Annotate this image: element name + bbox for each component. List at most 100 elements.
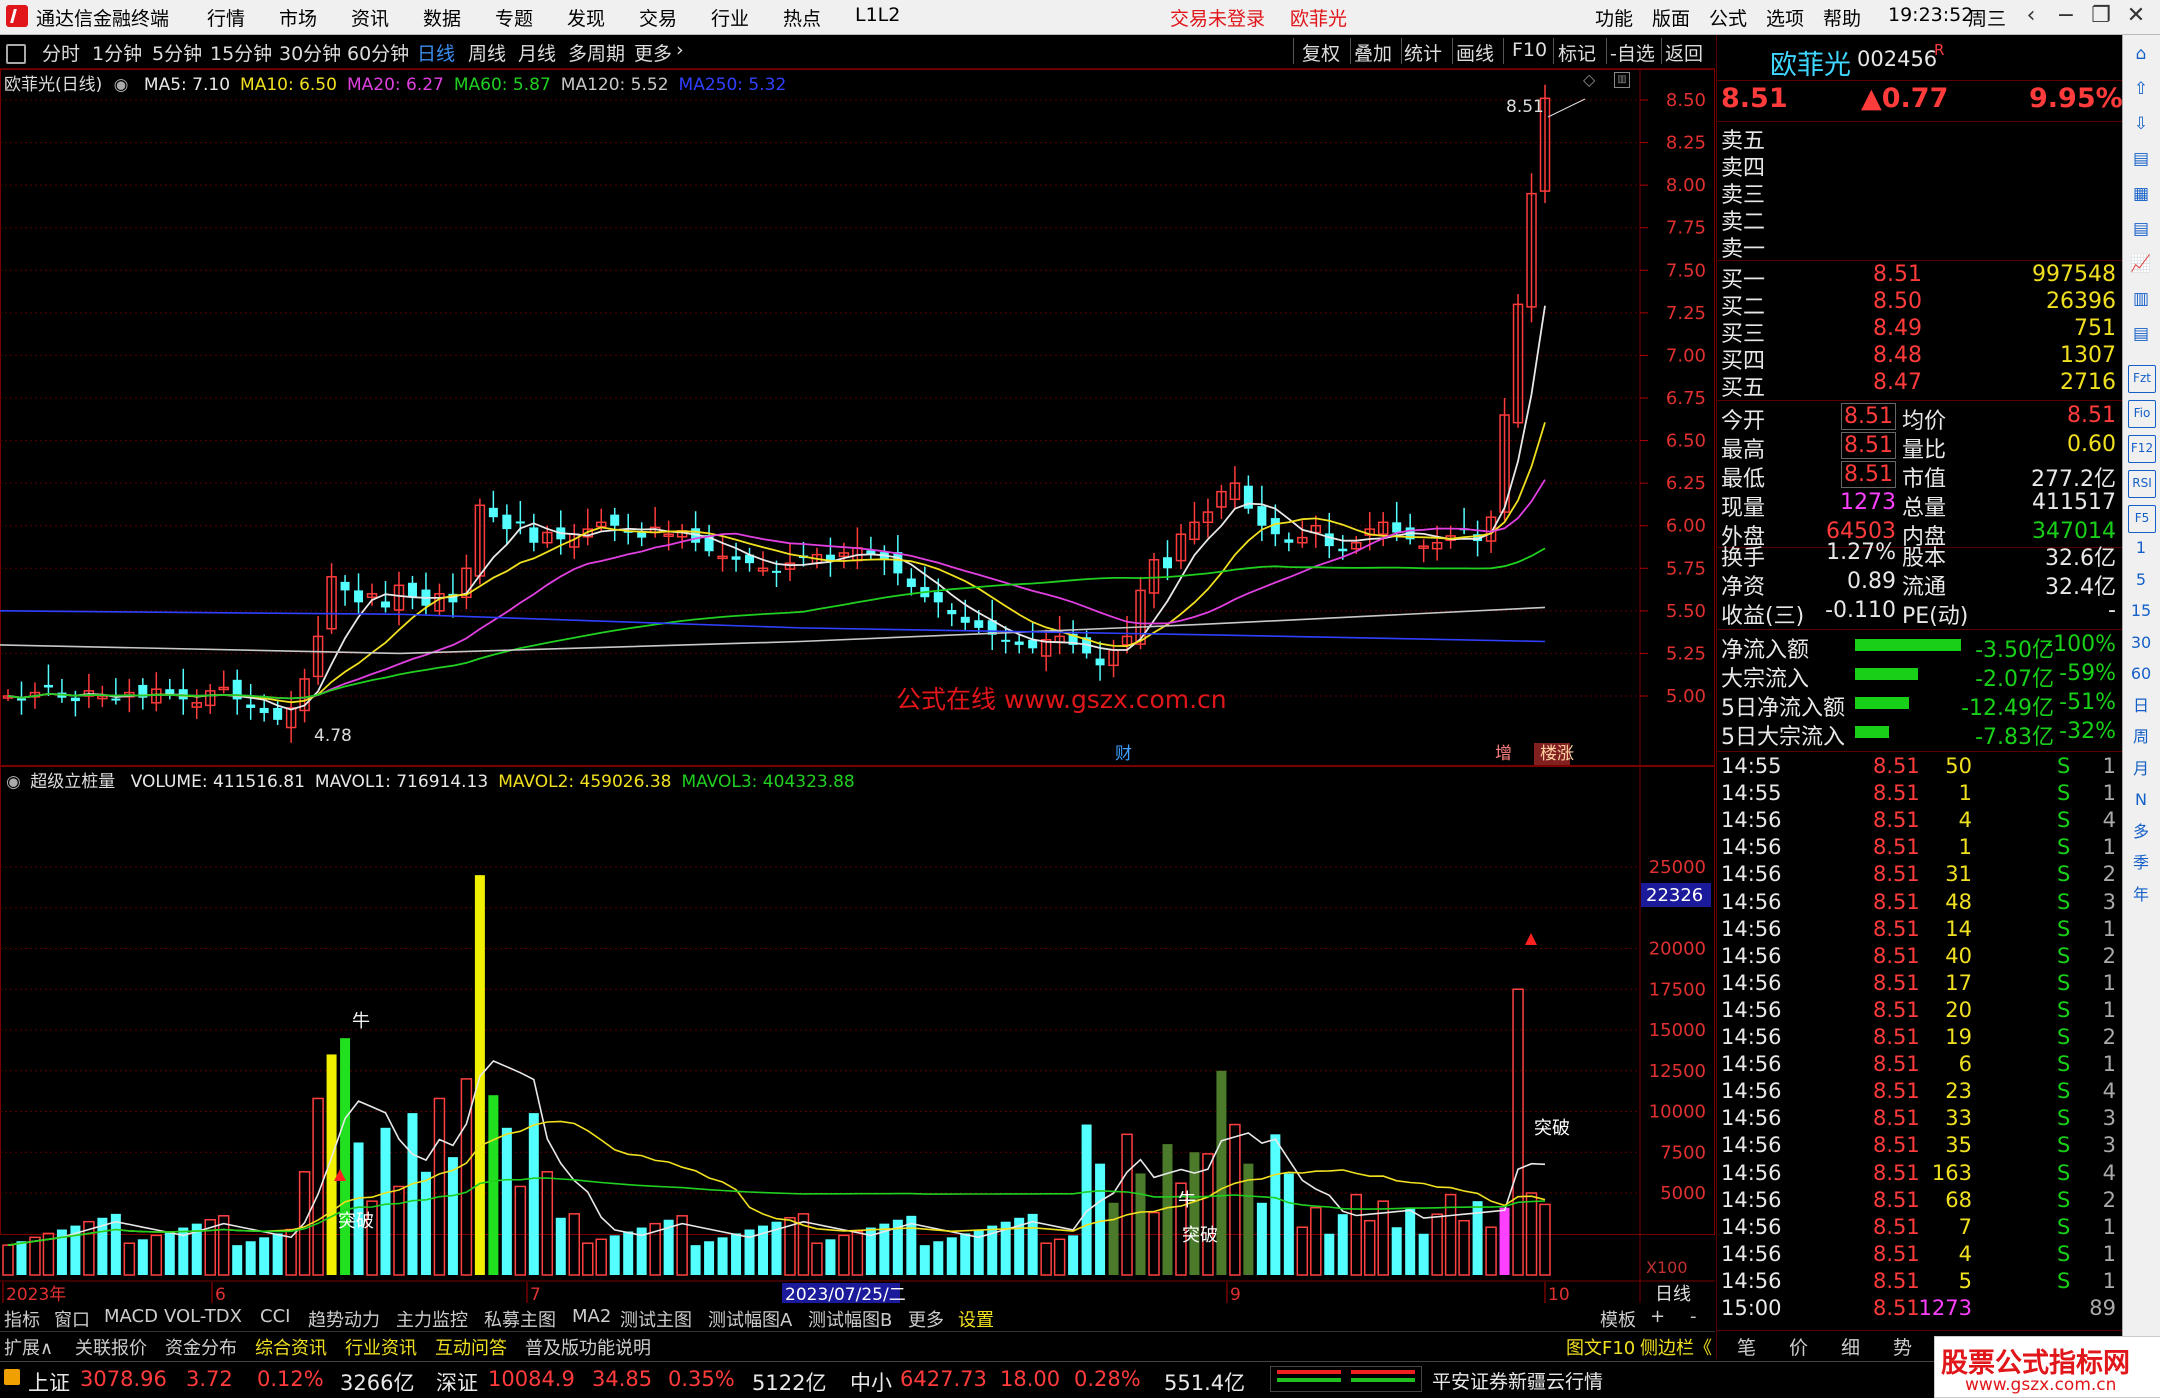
toolbar-button[interactable]: F10 [1512, 39, 1547, 61]
layout-toggle-icon[interactable] [6, 44, 26, 64]
period-tab[interactable]: 15分钟 [210, 39, 272, 66]
indicator-tab[interactable]: 测试幅图B [808, 1306, 892, 1332]
sidebar-tool-icon[interactable]: ⇧ [2128, 76, 2154, 102]
indicator-tab[interactable]: 指标 [4, 1306, 40, 1332]
extension-tab[interactable]: 互动问答 [435, 1334, 507, 1360]
sidebar-period-icon[interactable]: 周 [2128, 724, 2154, 750]
menu-item[interactable]: 发现 [567, 4, 605, 31]
sidebar-tool-icon[interactable]: 📈 [2128, 251, 2154, 277]
sidebar-period-icon[interactable]: 日 [2128, 693, 2154, 719]
menu-item[interactable]: L1L2 [855, 4, 900, 26]
panel-tab[interactable]: 笔 [1737, 1333, 1756, 1360]
status-square-icon[interactable] [4, 1369, 20, 1385]
menu-item[interactable]: 专题 [495, 4, 533, 31]
sidebar-tool-icon[interactable]: ⇩ [2128, 111, 2154, 137]
indicator-tab[interactable]: 更多 [908, 1306, 944, 1332]
period-tab[interactable]: 1分钟 [92, 39, 142, 66]
indicator-tab[interactable]: MA2 [572, 1306, 611, 1327]
sidebar-tool-icon[interactable]: ▤ [2128, 146, 2154, 172]
extension-tab[interactable]: 普及版功能说明 [525, 1334, 651, 1360]
menu-item[interactable]: 选项 [1766, 4, 1804, 31]
diamond-icon[interactable]: ◇ [1583, 70, 1595, 89]
template-button[interactable]: 模板 [1600, 1306, 1636, 1332]
period-tab-active[interactable]: 日线 [417, 39, 455, 66]
sidebar-period-icon[interactable]: 30 [2128, 630, 2154, 656]
indicator-tab[interactable]: 测试幅图A [708, 1306, 792, 1332]
menu-item[interactable]: 数据 [423, 4, 461, 31]
period-tab[interactable]: 周线 [468, 39, 506, 66]
sidebar-period-icon[interactable]: Fio [2128, 400, 2156, 428]
kline-chart[interactable]: 8.50 8.25 8.00 7.75 7.50 7.25 7.00 6.75 6.50 6.25… [0, 69, 1715, 1303]
menu-item[interactable]: 公式 [1709, 4, 1747, 31]
toolbar-button[interactable]: -自选 [1610, 39, 1655, 66]
sidebar-period-icon[interactable]: 季 [2128, 850, 2154, 876]
sidebar-tool-icon[interactable]: ▤ [2128, 216, 2154, 242]
index-name[interactable]: 上证 [28, 1367, 70, 1397]
extension-tab[interactable]: 行业资讯 [345, 1334, 417, 1360]
extension-tab[interactable]: 资金分布 [165, 1334, 237, 1360]
sidebar-tool-icon[interactable]: ▥ [2128, 286, 2154, 312]
toolbar-button[interactable]: 复权 [1302, 39, 1340, 66]
sidebar-tool-icon[interactable]: ▦ [2128, 181, 2154, 207]
indicator-tab[interactable]: 主力监控 [396, 1306, 468, 1332]
menu-item[interactable]: 帮助 [1823, 4, 1861, 31]
indicator-tab[interactable]: CCI [260, 1306, 290, 1327]
sidebar-period-icon[interactable]: 5 [2128, 567, 2154, 593]
index-name[interactable]: 深证 [436, 1367, 478, 1397]
sidebar-period-icon[interactable]: F5 [2128, 505, 2156, 533]
minimize-icon[interactable]: − [2050, 2, 2082, 30]
period-tab[interactable]: 多周期 [568, 39, 625, 66]
sidebar-period-icon[interactable]: RSI [2128, 470, 2156, 498]
panel-tab[interactable]: 价 [1789, 1333, 1808, 1360]
chevron-right-icon[interactable]: › [676, 39, 684, 61]
settings-circle-icon[interactable]: ◉ [6, 772, 21, 792]
period-tab-more[interactable]: 更多 [634, 39, 672, 66]
period-tab[interactable]: 分时 [42, 39, 80, 66]
toolbar-button[interactable]: 返回 [1665, 39, 1703, 66]
panel-tab[interactable]: 细 [1841, 1333, 1860, 1360]
menu-item[interactable]: 行情 [207, 4, 245, 31]
indicator-tab[interactable]: 趋势动力 [308, 1306, 380, 1332]
sidebar-period-icon[interactable]: F12 [2128, 435, 2156, 463]
index-name[interactable]: 中小 [850, 1367, 892, 1397]
menu-item[interactable]: 资讯 [351, 4, 389, 31]
sidebar-period-icon[interactable]: 多 [2128, 819, 2154, 845]
login-status[interactable]: 交易未登录 [1170, 4, 1265, 31]
indicator-tab[interactable]: 设置 [958, 1306, 994, 1332]
restore-icon[interactable]: ❐ [2085, 2, 2117, 30]
sidebar-toggle[interactable]: 侧边栏《 [1640, 1334, 1712, 1360]
toolbar-button[interactable]: 统计 [1404, 39, 1442, 66]
sidebar-period-icon[interactable]: Fzt [2128, 365, 2156, 393]
extension-tab[interactable]: 扩展∧ [4, 1334, 53, 1360]
back-icon[interactable]: ‹ [2015, 2, 2047, 30]
broker-name[interactable]: 平安证券新疆云行情 [1432, 1367, 1603, 1394]
panel-tab[interactable]: 势 [1893, 1333, 1912, 1360]
sidebar-period-icon[interactable]: 1 [2128, 535, 2154, 561]
indicator-tab[interactable]: MACD [104, 1306, 158, 1327]
sidebar-period-icon[interactable]: N [2128, 787, 2154, 813]
period-tab[interactable]: 5分钟 [152, 39, 202, 66]
sidebar-period-icon[interactable]: 60 [2128, 661, 2154, 687]
f10-button[interactable]: 图文F10 [1566, 1334, 1635, 1360]
menu-item[interactable]: 版面 [1652, 4, 1690, 31]
menu-item[interactable]: 行业 [711, 4, 749, 31]
menu-item[interactable]: 热点 [783, 4, 821, 31]
extension-tab[interactable]: 关联报价 [75, 1334, 147, 1360]
extension-tab[interactable]: 综合资讯 [255, 1334, 327, 1360]
template-button[interactable]: + [1650, 1306, 1665, 1327]
indicator-tab[interactable]: 测试主图 [620, 1306, 692, 1332]
menu-item[interactable]: 市场 [279, 4, 317, 31]
template-button[interactable]: - [1690, 1306, 1697, 1327]
sidebar-period-icon[interactable]: 月 [2128, 756, 2154, 782]
toolbar-button[interactable]: 画线 [1456, 39, 1494, 66]
indicator-tab[interactable]: 私募主图 [484, 1306, 556, 1332]
panel-toggle-icon[interactable]: ▥ [1614, 72, 1630, 88]
sidebar-tool-icon[interactable]: ⌂ [2128, 41, 2154, 67]
menu-item[interactable]: 功能 [1595, 4, 1633, 31]
toolbar-button[interactable]: 叠加 [1354, 39, 1392, 66]
indicator-tab[interactable]: VOL-TDX [164, 1306, 242, 1327]
sidebar-period-icon[interactable]: 15 [2128, 598, 2154, 624]
toolbar-button[interactable]: 标记 [1558, 39, 1596, 66]
settings-circle-icon[interactable]: ◉ [114, 75, 129, 95]
period-tab[interactable]: 60分钟 [347, 39, 409, 66]
